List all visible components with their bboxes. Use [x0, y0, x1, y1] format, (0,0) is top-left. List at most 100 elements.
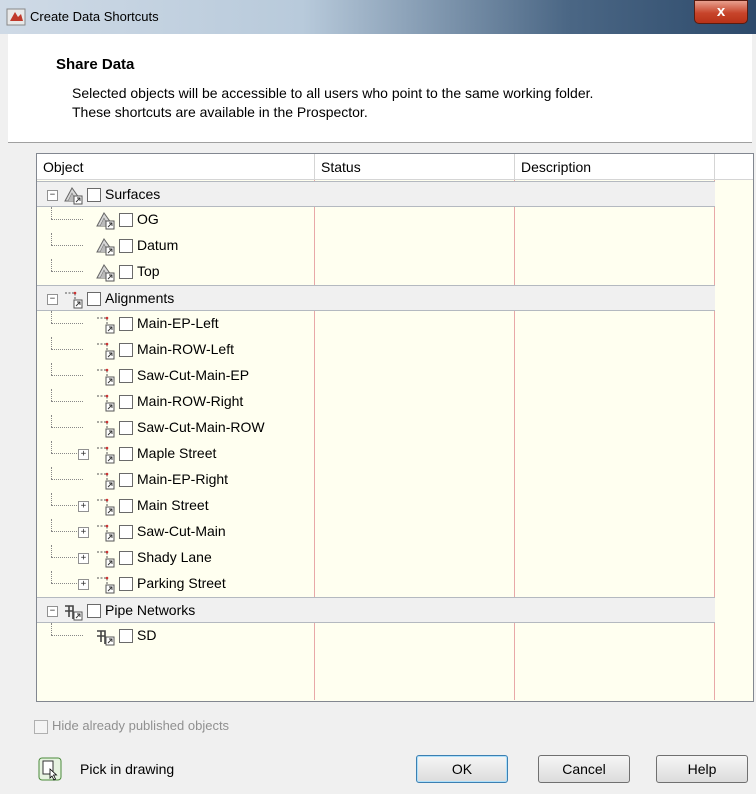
row-label: OG	[137, 211, 159, 227]
column-separator[interactable]	[514, 154, 515, 179]
alignment-icon	[97, 498, 115, 516]
column-separator[interactable]	[314, 154, 315, 179]
surface-icon	[96, 264, 115, 282]
close-button[interactable]: x	[694, 0, 748, 24]
tree-connector	[51, 311, 52, 323]
expand-icon[interactable]: +	[78, 449, 89, 460]
tree-item-row[interactable]: Main-ROW-Left	[37, 337, 715, 363]
expand-icon[interactable]: +	[78, 501, 89, 512]
header-description-line1: Selected objects will be accessible to a…	[72, 85, 594, 101]
tree-connector	[51, 363, 52, 375]
tree-group-row[interactable]: − Alignments	[37, 285, 715, 311]
alignment-icon	[97, 420, 115, 438]
pick-in-drawing-label[interactable]: Pick in drawing	[80, 761, 174, 777]
create-data-shortcuts-dialog: Create Data Shortcuts x Share Data Selec…	[0, 0, 756, 794]
row-label: Datum	[137, 237, 179, 253]
collapse-icon[interactable]: −	[47, 294, 58, 305]
title-bar: Create Data Shortcuts x	[0, 0, 756, 34]
pick-in-drawing-icon[interactable]	[38, 757, 62, 781]
row-checkbox[interactable]	[119, 343, 133, 357]
column-object[interactable]: Object	[43, 159, 83, 175]
tree-connector	[51, 349, 83, 350]
tree-item-row[interactable]: SD	[37, 623, 715, 649]
row-checkbox[interactable]	[87, 188, 101, 202]
tree-connector	[51, 479, 83, 480]
row-checkbox[interactable]	[119, 525, 133, 539]
surface-icon	[96, 238, 115, 256]
row-checkbox[interactable]	[119, 499, 133, 513]
row-checkbox[interactable]	[119, 213, 133, 227]
row-checkbox[interactable]	[119, 447, 133, 461]
tree-connector	[51, 571, 52, 583]
tree-connector	[51, 635, 83, 636]
alignment-icon	[97, 316, 115, 334]
row-checkbox[interactable]	[119, 395, 133, 409]
tree-group-row[interactable]: − Surfaces	[37, 181, 715, 207]
tree-item-row[interactable]: Main-EP-Right	[37, 467, 715, 493]
row-label: Surfaces	[105, 186, 161, 202]
row-label: Saw-Cut-Main	[137, 523, 226, 539]
civil3d-app-icon	[6, 8, 26, 26]
tree-connector	[51, 441, 52, 453]
row-checkbox[interactable]	[119, 265, 133, 279]
tree-item-row[interactable]: + Maple Street	[37, 441, 715, 467]
surface-icon	[64, 187, 83, 205]
hide-published-checkbox[interactable]	[34, 720, 48, 734]
tree-item-row[interactable]: OG	[37, 207, 715, 233]
alignment-icon	[97, 472, 115, 490]
expand-icon[interactable]: +	[78, 553, 89, 564]
tree-item-row[interactable]: Saw-Cut-Main-EP	[37, 363, 715, 389]
tree-item-row[interactable]: Main-ROW-Right	[37, 389, 715, 415]
ok-button[interactable]: OK	[416, 755, 508, 783]
row-checkbox[interactable]	[119, 577, 133, 591]
tree-connector	[51, 219, 83, 220]
tree-connector	[51, 323, 83, 324]
tree-item-row[interactable]: Top	[37, 259, 715, 285]
tree-item-row[interactable]: + Saw-Cut-Main	[37, 519, 715, 545]
tree-item-row[interactable]: + Parking Street	[37, 571, 715, 597]
row-checkbox[interactable]	[119, 629, 133, 643]
cancel-button[interactable]: Cancel	[538, 755, 630, 783]
row-label: Main-ROW-Right	[137, 393, 244, 409]
row-checkbox[interactable]	[119, 551, 133, 565]
collapse-icon[interactable]: −	[47, 606, 58, 617]
row-label: Alignments	[105, 290, 175, 306]
expand-icon[interactable]: +	[78, 579, 89, 590]
tree-item-row[interactable]: Datum	[37, 233, 715, 259]
header-panel: Share Data Selected objects will be acce…	[8, 34, 752, 142]
alignment-icon	[97, 524, 115, 542]
tree-connector	[51, 467, 52, 479]
row-checkbox[interactable]	[119, 239, 133, 253]
row-checkbox[interactable]	[119, 317, 133, 331]
collapse-icon[interactable]: −	[47, 190, 58, 201]
row-checkbox[interactable]	[87, 292, 101, 306]
tree-connector	[51, 493, 52, 505]
tree-item-row[interactable]: + Shady Lane	[37, 545, 715, 571]
header-title: Share Data	[56, 56, 135, 73]
tree-connector	[51, 207, 52, 219]
tree-connector	[51, 415, 52, 427]
row-label: SD	[137, 627, 157, 643]
row-label: Shady Lane	[137, 549, 212, 565]
tree-item-row[interactable]: Main-EP-Left	[37, 311, 715, 337]
row-label: Parking Street	[137, 575, 226, 591]
surface-icon	[96, 212, 115, 230]
column-status[interactable]: Status	[321, 159, 361, 175]
object-tree-table[interactable]: Object Status Description − Surfaces OG Dat…	[36, 153, 754, 702]
tree-group-row[interactable]: − Pipe Networks	[37, 597, 715, 623]
tree-item-row[interactable]: Saw-Cut-Main-ROW	[37, 415, 715, 441]
row-checkbox[interactable]	[119, 369, 133, 383]
tree-connector	[51, 259, 52, 271]
column-separator[interactable]	[714, 154, 715, 179]
row-label: Main-ROW-Left	[137, 341, 234, 357]
alignment-icon	[97, 576, 115, 594]
hide-published-label: Hide already published objects	[52, 718, 230, 733]
row-checkbox[interactable]	[119, 421, 133, 435]
alignment-icon	[97, 342, 115, 360]
expand-icon[interactable]: +	[78, 527, 89, 538]
column-description[interactable]: Description	[521, 159, 591, 175]
help-button[interactable]: Help	[656, 755, 748, 783]
row-checkbox[interactable]	[119, 473, 133, 487]
tree-item-row[interactable]: + Main Street	[37, 493, 715, 519]
row-checkbox[interactable]	[87, 604, 101, 618]
